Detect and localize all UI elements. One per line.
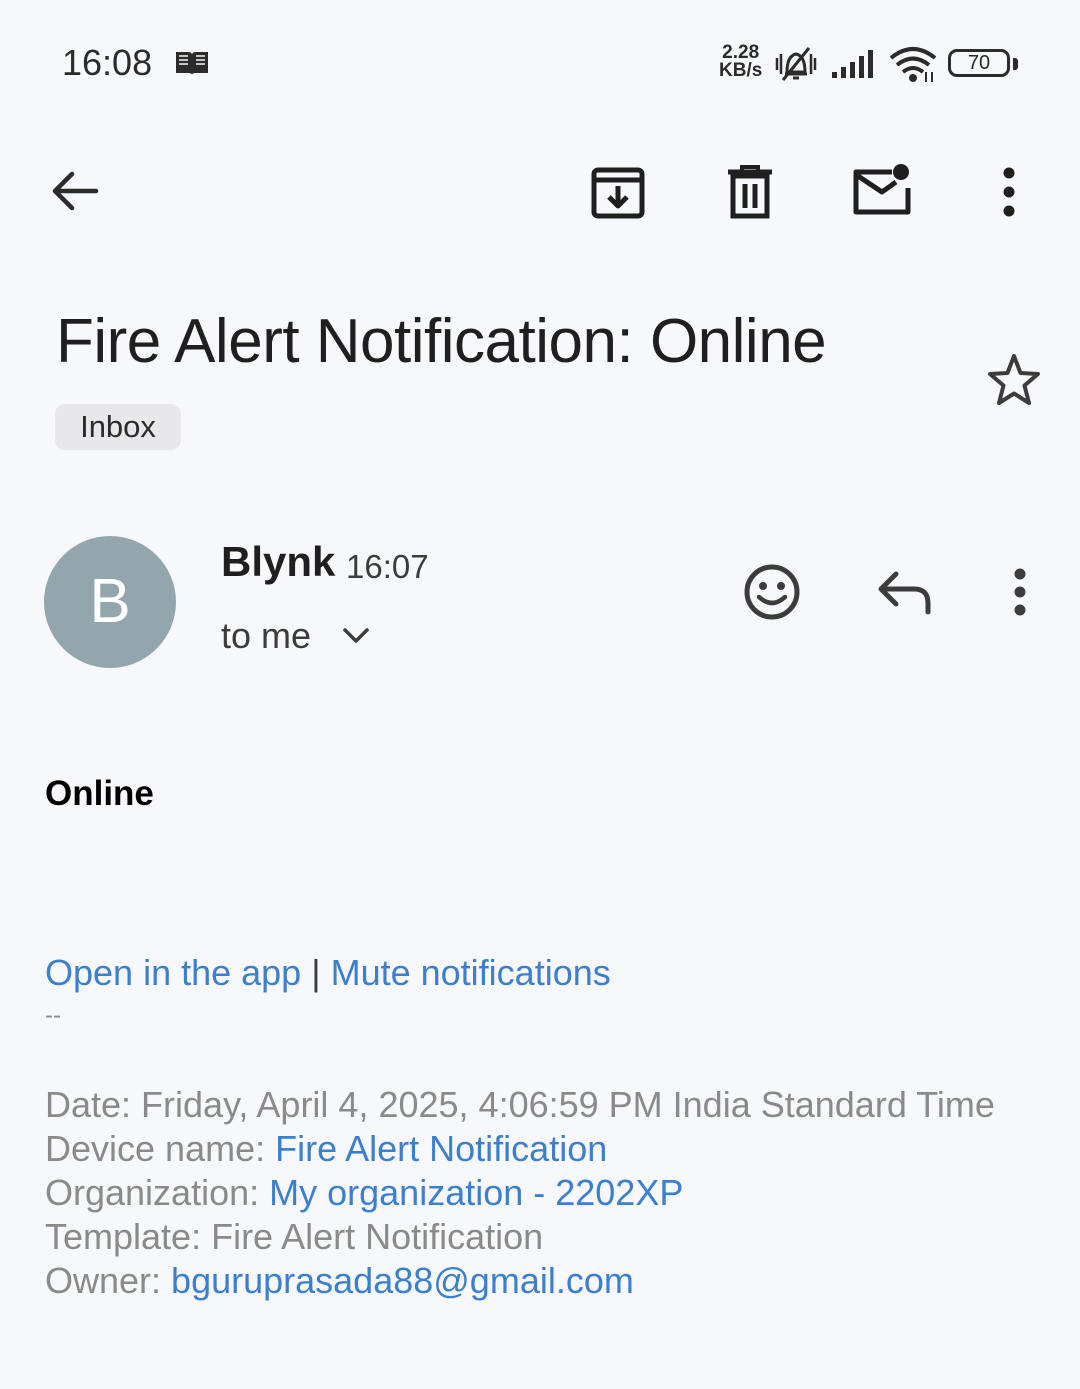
- archive-icon[interactable]: [590, 166, 646, 220]
- date-row: Date: Friday, April 4, 2025, 4:06:59 PM …: [45, 1083, 995, 1127]
- more-vert-icon[interactable]: [998, 166, 1020, 218]
- mark-unread-icon[interactable]: [852, 162, 912, 216]
- star-icon[interactable]: [985, 352, 1043, 408]
- book-icon: [176, 52, 208, 75]
- message-more-vert-icon[interactable]: [1009, 566, 1031, 618]
- reply-icon[interactable]: [876, 568, 934, 616]
- email-view: 16:08 2.28 KB/s 70 Fire Alert Notificati…: [0, 0, 1080, 1389]
- open-in-app-link[interactable]: Open in the app: [45, 952, 301, 993]
- email-subject: Fire Alert Notification: Online: [56, 307, 827, 376]
- mute-notifications-link[interactable]: Mute notifications: [331, 952, 611, 993]
- organization-link[interactable]: My organization - 2202XP: [269, 1172, 683, 1213]
- owner-email-link[interactable]: bguruprasada88@gmail.com: [171, 1260, 634, 1301]
- owner-label: Owner:: [45, 1260, 172, 1301]
- sender-name: Blynk: [221, 538, 336, 585]
- action-links: Open in the app | Mute notifications: [45, 952, 611, 994]
- date-label: Date:: [45, 1084, 142, 1125]
- organization-row: Organization: My organization - 2202XP: [45, 1171, 995, 1215]
- silent-vibrate-icon: [775, 47, 817, 81]
- recipient-details-toggle[interactable]: to me: [221, 615, 311, 657]
- recipient-label: to me: [221, 615, 312, 656]
- delete-icon[interactable]: [724, 164, 776, 220]
- template-value: Fire Alert Notification: [211, 1216, 544, 1257]
- device-row: Device name: Fire Alert Notification: [45, 1127, 995, 1171]
- signal-icon: [832, 50, 873, 78]
- owner-row: Owner: bguruprasada88@gmail.com: [45, 1259, 995, 1303]
- signature-separator: --: [45, 1002, 61, 1029]
- body-status: Online: [45, 774, 154, 813]
- template-row: Template: Fire Alert Notification: [45, 1215, 995, 1259]
- emoji-reaction-icon[interactable]: [742, 562, 802, 622]
- network-speed-unit: KB/s: [719, 60, 763, 81]
- back-arrow-icon[interactable]: [50, 166, 100, 216]
- network-speed: 2.28 KB/s: [719, 43, 763, 81]
- inbox-label-chip[interactable]: Inbox: [55, 404, 181, 450]
- link-separator: |: [311, 952, 321, 993]
- battery-nub: [1013, 58, 1018, 70]
- template-label: Template:: [45, 1216, 212, 1257]
- organization-label: Organization:: [45, 1172, 270, 1213]
- chevron-down-icon[interactable]: [342, 626, 370, 646]
- device-name-link[interactable]: Fire Alert Notification: [275, 1128, 607, 1169]
- status-time: 16:08: [62, 42, 153, 83]
- sent-time: 16:07: [346, 548, 429, 585]
- wifi-icon: [889, 47, 937, 82]
- event-details: Date: Friday, April 4, 2025, 4:06:59 PM …: [45, 1083, 995, 1303]
- battery-level: 70: [967, 52, 991, 74]
- device-label: Device name:: [45, 1128, 276, 1169]
- avatar[interactable]: B: [44, 536, 176, 668]
- date-value: Friday, April 4, 2025, 4:06:59 PM India …: [141, 1084, 995, 1125]
